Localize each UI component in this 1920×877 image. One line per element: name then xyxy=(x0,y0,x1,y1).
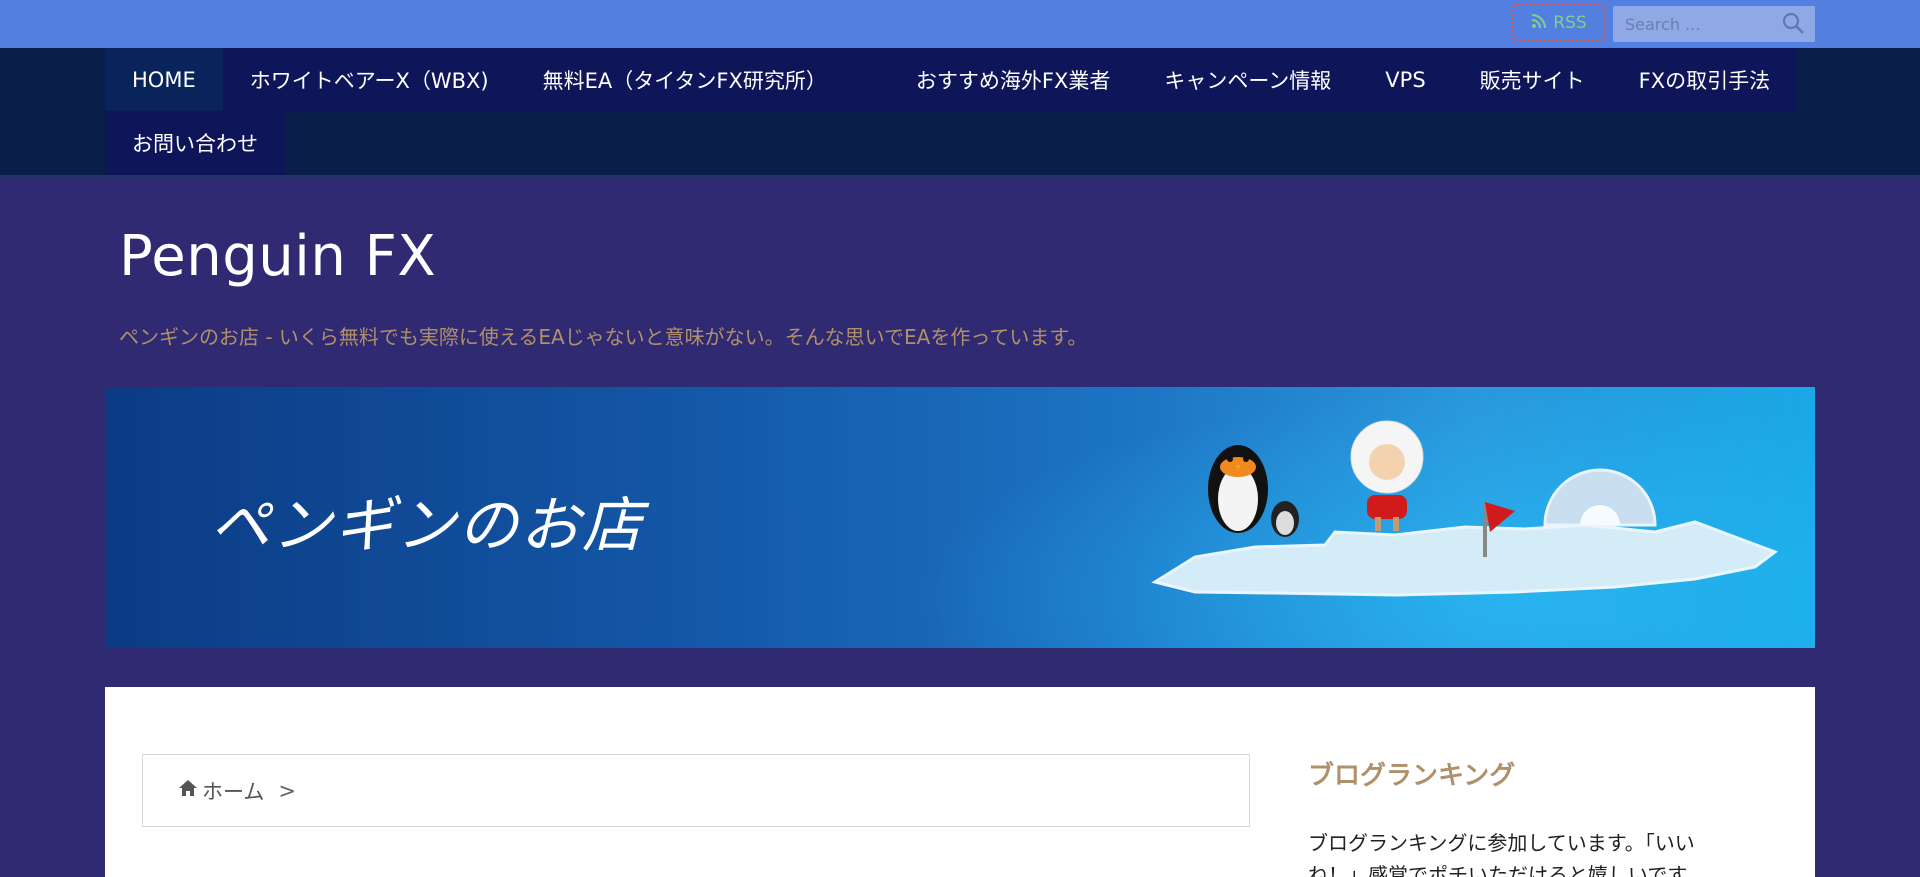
main-nav: HOME ホワイトベアーX（WBX) 無料EA（タイタンFX研究所） おすすめ海… xyxy=(0,48,1920,178)
header-banner[interactable]: ペンギンのお店 xyxy=(105,387,1815,648)
rss-label: RSS xyxy=(1553,13,1587,33)
nav-item-trading-methods[interactable]: FXの取引手法 xyxy=(1611,48,1798,111)
nav-item-free-ea[interactable]: 無料EA（タイタンFX研究所） xyxy=(515,48,889,111)
nav-item-shop[interactable]: 販売サイト xyxy=(1452,48,1612,111)
ice-floe xyxy=(1151,520,1779,597)
penguin-icon xyxy=(1208,445,1268,533)
breadcrumb: ホーム > xyxy=(142,754,1250,827)
nav-row-2: お問い合わせ xyxy=(105,111,285,175)
sidebar-widget-title: ブログランキング xyxy=(1308,761,1516,791)
search-input[interactable] xyxy=(1613,6,1773,42)
main-content: ホーム > ブログランキング ブログランキングに参加しています。「いいね！」感覚… xyxy=(105,687,1815,877)
site-tagline: ペンギンのお店 - いくら無料でも実際に使えるEAじゃないと意味がない。そんな思… xyxy=(119,325,1088,349)
search-button[interactable] xyxy=(1779,11,1807,39)
nav-item-vps[interactable]: VPS xyxy=(1358,48,1453,111)
nav-item-contact[interactable]: お問い合わせ xyxy=(105,111,285,175)
eskimo-icon xyxy=(1350,420,1424,531)
nav-item-home[interactable]: HOME xyxy=(105,48,223,111)
nav-item-wbx[interactable]: ホワイトベアーX（WBX) xyxy=(222,48,516,111)
igloo-icon xyxy=(1543,468,1657,527)
banner-illustration xyxy=(1151,420,1779,597)
top-bar: RSS xyxy=(0,0,1920,48)
nav-item-recommended-brokers[interactable]: おすすめ海外FX業者 xyxy=(888,48,1138,111)
search-icon xyxy=(1781,11,1805,39)
rss-button[interactable]: RSS xyxy=(1512,4,1606,42)
nav-row-1: HOME ホワイトベアーX（WBX) 無料EA（タイタンFX研究所） おすすめ海… xyxy=(105,48,1798,111)
rss-icon xyxy=(1531,13,1547,34)
sidebar-widget-text: ブログランキングに参加しています。「いいね！」感覚でポチいただけると嬉しいです。 xyxy=(1308,831,1706,877)
site-title[interactable]: Penguin FX xyxy=(119,224,436,289)
breadcrumb-home-label: ホーム xyxy=(202,779,265,804)
search-box xyxy=(1613,6,1815,42)
nav-item-campaigns[interactable]: キャンペーン情報 xyxy=(1137,48,1359,111)
home-icon xyxy=(177,778,199,803)
breadcrumb-separator: > xyxy=(278,778,296,803)
small-penguin-icon xyxy=(1271,501,1299,537)
banner-logo-text: ペンギンのお店 xyxy=(210,491,644,561)
breadcrumb-home-link[interactable]: ホーム xyxy=(177,776,264,806)
